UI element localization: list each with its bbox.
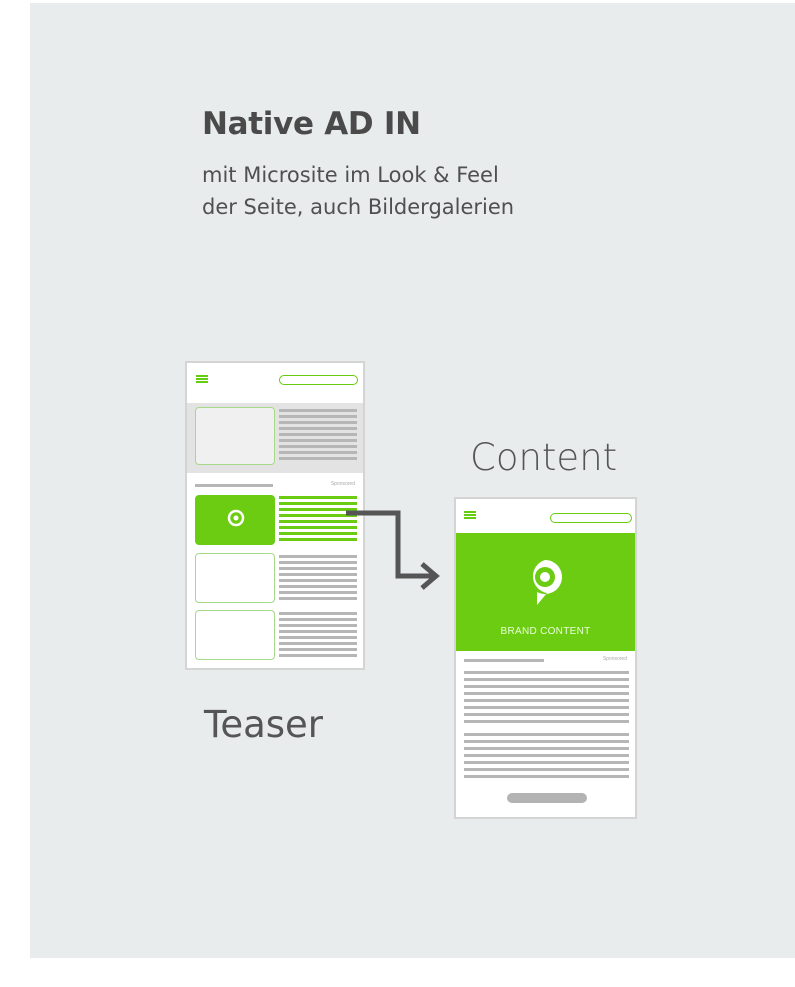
body-text-line (464, 713, 629, 716)
text-line (279, 439, 357, 442)
body-text-line (464, 768, 629, 771)
body-text-line (464, 678, 629, 681)
text-line (279, 648, 357, 651)
text-line (279, 415, 357, 418)
text-line (279, 445, 357, 448)
sponsored-label: Sponsored (330, 481, 355, 487)
body-text-line (464, 754, 629, 757)
body-text-line (464, 692, 629, 695)
content-phone-mockup: BRAND CONTENT Sponsored (454, 497, 637, 819)
text-line (279, 457, 357, 460)
text-line (279, 433, 357, 436)
cta-button (507, 793, 587, 803)
text-line (279, 636, 357, 639)
text-line (279, 624, 357, 627)
sponsored-header-line (195, 484, 273, 487)
location-pin-icon (532, 560, 562, 605)
page-title: Native AD IN (202, 106, 421, 142)
article-thumbnail (195, 553, 275, 603)
text-line (279, 597, 357, 600)
search-field (279, 375, 358, 385)
hamburger-menu-icon (196, 375, 208, 385)
sponsored-header-line (464, 659, 544, 662)
background-panel (30, 3, 795, 958)
text-line (279, 612, 357, 615)
sponsored-label: Sponsored (602, 656, 627, 662)
body-text-line (464, 671, 629, 674)
body-text-line (464, 775, 629, 778)
text-line (279, 591, 357, 594)
text-line (279, 421, 357, 424)
content-label: Content (470, 436, 618, 479)
location-pin-icon (227, 509, 245, 527)
text-line (279, 654, 357, 657)
text-line (279, 642, 357, 645)
body-text-line (464, 706, 629, 709)
subtitle-line-2: der Seite, auch Bildergalerien (202, 195, 515, 219)
teaser-phone-mockup: Sponsored (185, 361, 365, 670)
article-thumbnail (195, 610, 275, 660)
ad-text-line (279, 496, 357, 499)
brand-content-caption: BRAND CONTENT (500, 626, 591, 637)
body-text-line (464, 740, 629, 743)
text-line (279, 618, 357, 621)
text-line (279, 427, 357, 430)
native-ad-thumbnail (195, 495, 275, 545)
search-field (550, 513, 632, 523)
text-line (279, 451, 357, 454)
body-text-line (464, 761, 629, 764)
brand-hero-banner: BRAND CONTENT (456, 533, 635, 651)
article-thumbnail (195, 407, 275, 465)
body-text-line (464, 720, 629, 723)
text-line (279, 630, 357, 633)
subtitle-line-1: mit Microsite im Look & Feel (202, 163, 499, 187)
body-text-line (464, 699, 629, 702)
teaser-label: Teaser (204, 703, 324, 746)
text-line (279, 409, 357, 412)
hamburger-menu-icon (464, 511, 476, 521)
body-text-line (464, 733, 629, 736)
connector-arrow (346, 510, 440, 590)
body-text-line (464, 747, 629, 750)
body-text-line (464, 685, 629, 688)
